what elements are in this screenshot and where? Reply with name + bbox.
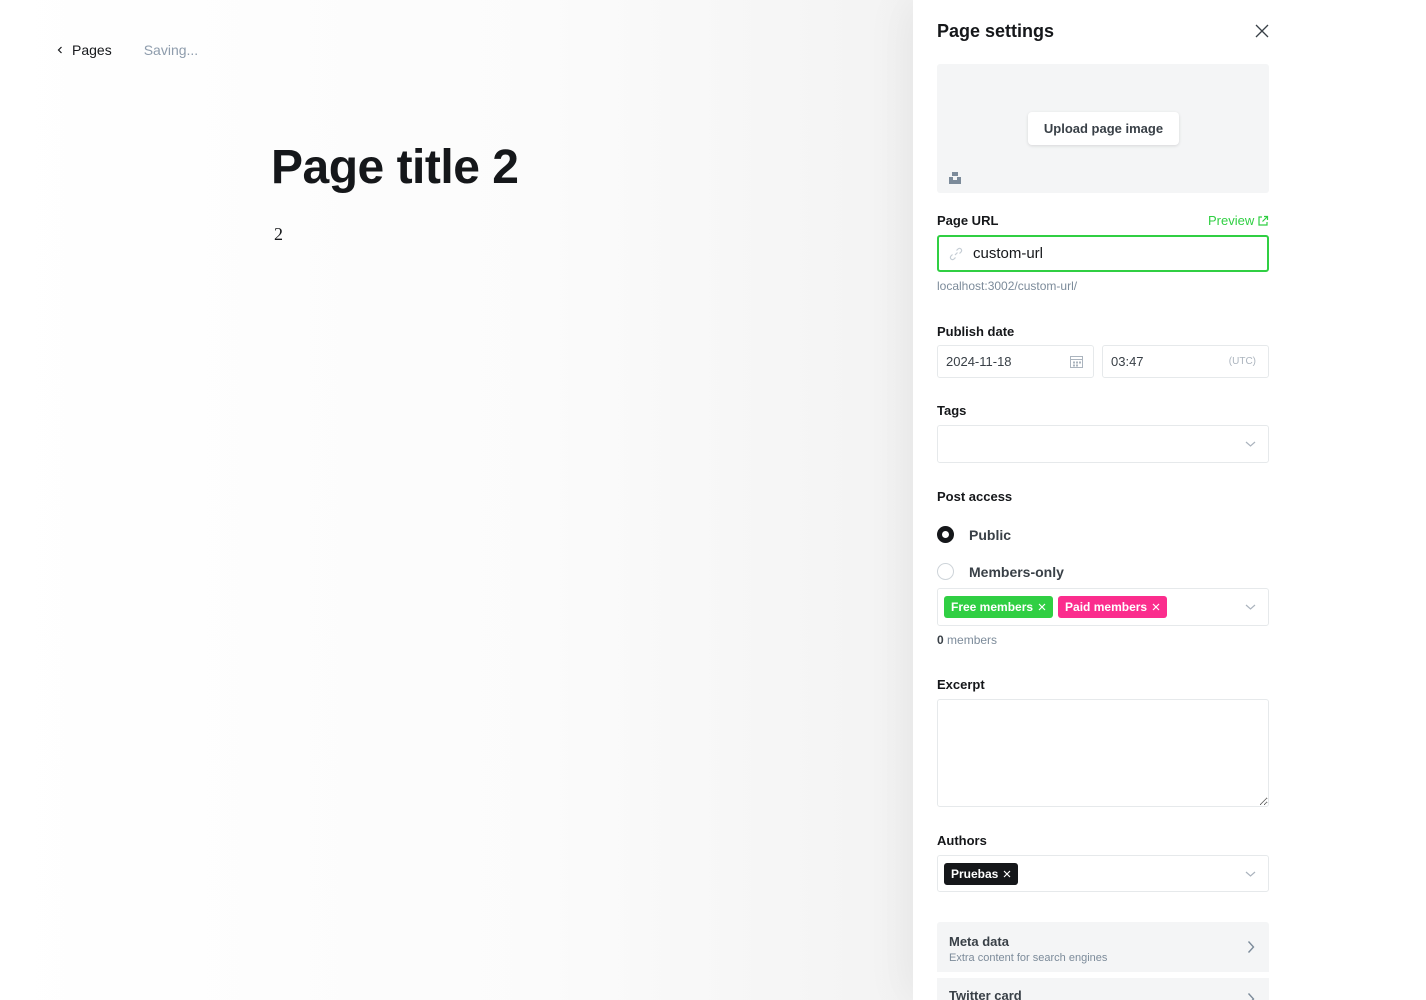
post-access-label: Post access [937, 489, 1013, 504]
page-url-field [937, 235, 1269, 272]
back-link-label: Pages [72, 42, 112, 58]
external-link-icon [1258, 215, 1269, 226]
close-settings-button[interactable] [1251, 20, 1273, 42]
segment-select[interactable]: Free members Paid members [937, 588, 1269, 626]
nav-item-title: Twitter card [949, 988, 1022, 1000]
radio-members-only-label: Members-only [969, 563, 1064, 580]
publish-time-field: (UTC) [1102, 345, 1269, 378]
access-members-only-radio[interactable]: Members-only [937, 563, 1064, 580]
members-count-number: 0 [937, 633, 944, 647]
chevron-right-icon [1247, 941, 1255, 953]
editor-header: Pages Saving... [56, 40, 198, 60]
tags-label: Tags [937, 403, 967, 418]
editor-area: Pages Saving... Page title 2 2 [0, 0, 913, 1000]
segment-chip-label: Paid members [1065, 600, 1148, 614]
calendar-icon[interactable] [1070, 355, 1083, 368]
back-to-pages-link[interactable]: Pages [56, 42, 112, 58]
members-count: 0 members [937, 633, 997, 647]
page-settings-panel: Page settings Upload page image Page URL… [913, 0, 1426, 1000]
access-public-radio[interactable]: Public [937, 526, 1011, 543]
publish-date-input[interactable] [946, 354, 1066, 369]
timezone-label: (UTC) [1228, 356, 1256, 367]
author-chip-label: Pruebas [951, 866, 999, 881]
chevron-down-icon [1245, 871, 1256, 877]
app-root: Pages Saving... Page title 2 2 Page sett… [0, 0, 1426, 1000]
publish-date-field [937, 345, 1094, 378]
remove-icon[interactable] [1003, 870, 1011, 878]
segment-chip-free: Free members [944, 596, 1054, 618]
chevron-down-icon [1245, 441, 1256, 447]
page-title[interactable]: Page title 2 [271, 140, 519, 195]
authors-select[interactable]: Pruebas [937, 855, 1269, 892]
nav-item-subtitle: Extra content for search engines [949, 952, 1108, 964]
radio-public-indicator [937, 526, 954, 543]
link-icon [949, 247, 963, 260]
publish-date-label: Publish date [937, 324, 1015, 339]
chevron-right-icon [1247, 993, 1255, 1000]
chevron-left-icon [57, 46, 62, 54]
radio-members-only-indicator [937, 563, 954, 580]
close-icon [1255, 24, 1269, 38]
page-url-input[interactable] [973, 245, 1253, 262]
page-body[interactable]: 2 [274, 224, 283, 245]
upload-page-image-button[interactable]: Upload page image [1028, 112, 1179, 145]
page-image-upload-area: Upload page image [937, 64, 1269, 193]
excerpt-textarea[interactable] [937, 699, 1269, 807]
preview-label: Preview [1208, 213, 1255, 228]
remove-icon[interactable] [1152, 603, 1160, 611]
nav-item-title: Meta data [949, 934, 1009, 949]
page-url-hint: localhost:3002/custom-url/ [937, 279, 1078, 293]
page-url-label: Page URL [937, 213, 999, 228]
tags-select[interactable] [937, 425, 1269, 463]
save-status: Saving... [143, 42, 199, 58]
preview-link[interactable]: Preview [1208, 213, 1269, 228]
meta-data-nav-item[interactable]: Meta data Extra content for search engin… [937, 922, 1269, 972]
twitter-card-nav-item[interactable]: Twitter card [937, 978, 1269, 1000]
settings-title: Page settings [937, 21, 1055, 41]
authors-label: Authors [937, 833, 987, 848]
excerpt-label: Excerpt [937, 677, 985, 692]
segment-chip-label: Free members [951, 600, 1034, 614]
unsplash-icon[interactable] [948, 171, 962, 185]
author-chip: Pruebas [944, 862, 1019, 885]
members-count-label: members [947, 633, 998, 647]
remove-icon[interactable] [1038, 603, 1046, 611]
radio-public-label: Public [969, 526, 1012, 543]
segment-chip-paid: Paid members [1058, 596, 1168, 618]
chevron-down-icon [1245, 604, 1256, 610]
publish-time-input[interactable] [1111, 354, 1221, 369]
